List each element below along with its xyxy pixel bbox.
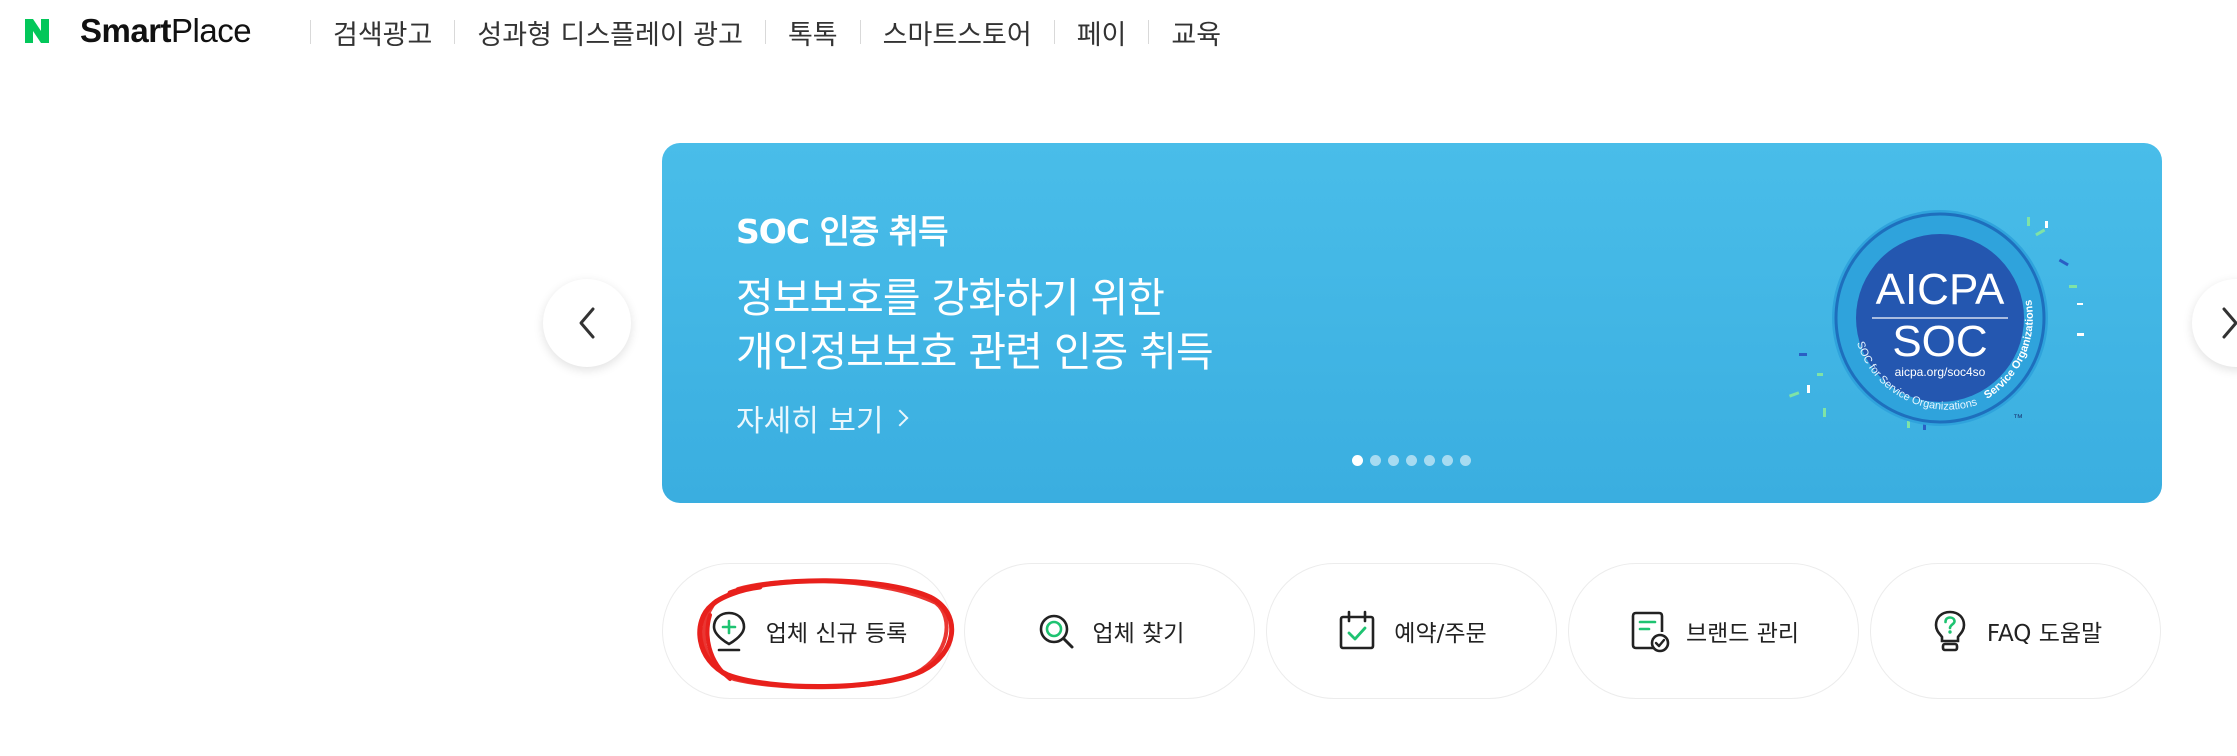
nav-smartstore[interactable]: 스마트스토어 (883, 13, 1032, 52)
quick-menu-label: 예약/주문 (1394, 621, 1487, 647)
promo-banner[interactable]: SOC 인증 취득 정보보호를 강화하기 위한 개인정보보호 관련 인증 취득 … (662, 143, 2162, 503)
carousel-dot[interactable] (1406, 455, 1417, 466)
carousel-dot[interactable] (1352, 455, 1363, 466)
quick-menu-label: FAQ 도움말 (1986, 621, 2103, 647)
aicpa-soc-badge: AICPA SOC aicpa.org/soc4so SOC for Servi… (1788, 210, 2084, 430)
nav-divider (454, 20, 456, 44)
naver-logo-icon[interactable] (22, 16, 52, 46)
nav-education[interactable]: 교육 (1171, 13, 1221, 52)
carousel-dot[interactable] (1424, 455, 1435, 466)
banner-more-link[interactable]: 자세히 보기 (736, 396, 909, 440)
carousel-dot[interactable] (1442, 455, 1453, 466)
brand-doc-icon (1631, 611, 1670, 653)
top-header: SmartPlace 검색광고 성과형 디스플레이 광고 톡톡 스마트스토어 페… (0, 0, 2237, 68)
badge-tm: ™ (2013, 413, 2023, 424)
quick-menu-label: 브랜드 관리 (1685, 621, 1800, 647)
lightbulb-question-icon (1934, 610, 1966, 652)
brand-logo[interactable]: SmartPlace (80, 12, 252, 50)
brand-light: Place (171, 12, 252, 49)
banner-title-line: 개인정보보호 관련 인증 취득 (736, 328, 1214, 376)
quick-menu-faq-help[interactable]: FAQ 도움말 (1870, 563, 2161, 699)
nav-divider (310, 20, 311, 44)
nav-divider (764, 20, 766, 44)
badge-line1: AICPA (1876, 265, 2005, 314)
nav-divider (1053, 20, 1055, 44)
nav-pay[interactable]: 페이 (1077, 13, 1127, 52)
nav-divider (1148, 20, 1150, 44)
nav-divider (859, 20, 861, 44)
quick-menu-brand-management[interactable]: 브랜드 관리 (1568, 563, 1859, 699)
nav-display-ads[interactable]: 성과형 디스플레이 광고 (477, 13, 743, 52)
global-nav: 검색광고 성과형 디스플레이 광고 톡톡 스마트스토어 페이 교육 (288, 13, 1221, 52)
quick-menu-label: 업체 찾기 (1092, 621, 1185, 647)
carousel-prev-button[interactable] (543, 279, 631, 367)
search-icon (1039, 614, 1074, 649)
quick-menu-label: 업체 신규 등록 (765, 621, 908, 647)
banner-more-label: 자세히 보기 (736, 404, 884, 439)
brand-bold: Smart (80, 12, 172, 49)
nav-talktalk[interactable]: 톡톡 (788, 13, 838, 52)
banner-subtitle: SOC 인증 취득 (736, 212, 948, 251)
banner-title: 정보보호를 강화하기 위한 개인정보보호 관련 인증 취득 (736, 271, 1214, 379)
quick-menu-find-business[interactable]: 업체 찾기 (964, 563, 1255, 699)
chevron-right-icon (891, 409, 909, 427)
quick-menu-register-business[interactable]: 업체 신규 등록 (662, 563, 953, 699)
banner-title-line: 정보보호를 강화하기 위한 (736, 274, 1165, 322)
carousel-dot[interactable] (1370, 455, 1381, 466)
quick-menu-reservation-order[interactable]: 예약/주문 (1266, 563, 1557, 699)
chevron-left-icon (579, 307, 595, 339)
chevron-right-icon (2222, 307, 2237, 339)
badge-url: aicpa.org/soc4so (1895, 365, 1986, 379)
calendar-check-icon (1339, 610, 1375, 650)
carousel-dot[interactable] (1388, 455, 1399, 466)
carousel-dot[interactable] (1460, 455, 1471, 466)
badge-line2: SOC (1892, 317, 1987, 366)
nav-search-ads[interactable]: 검색광고 (333, 13, 432, 52)
location-add-icon (712, 611, 746, 652)
carousel-next-button[interactable] (2192, 279, 2237, 367)
carousel-pagination (1352, 455, 1471, 466)
